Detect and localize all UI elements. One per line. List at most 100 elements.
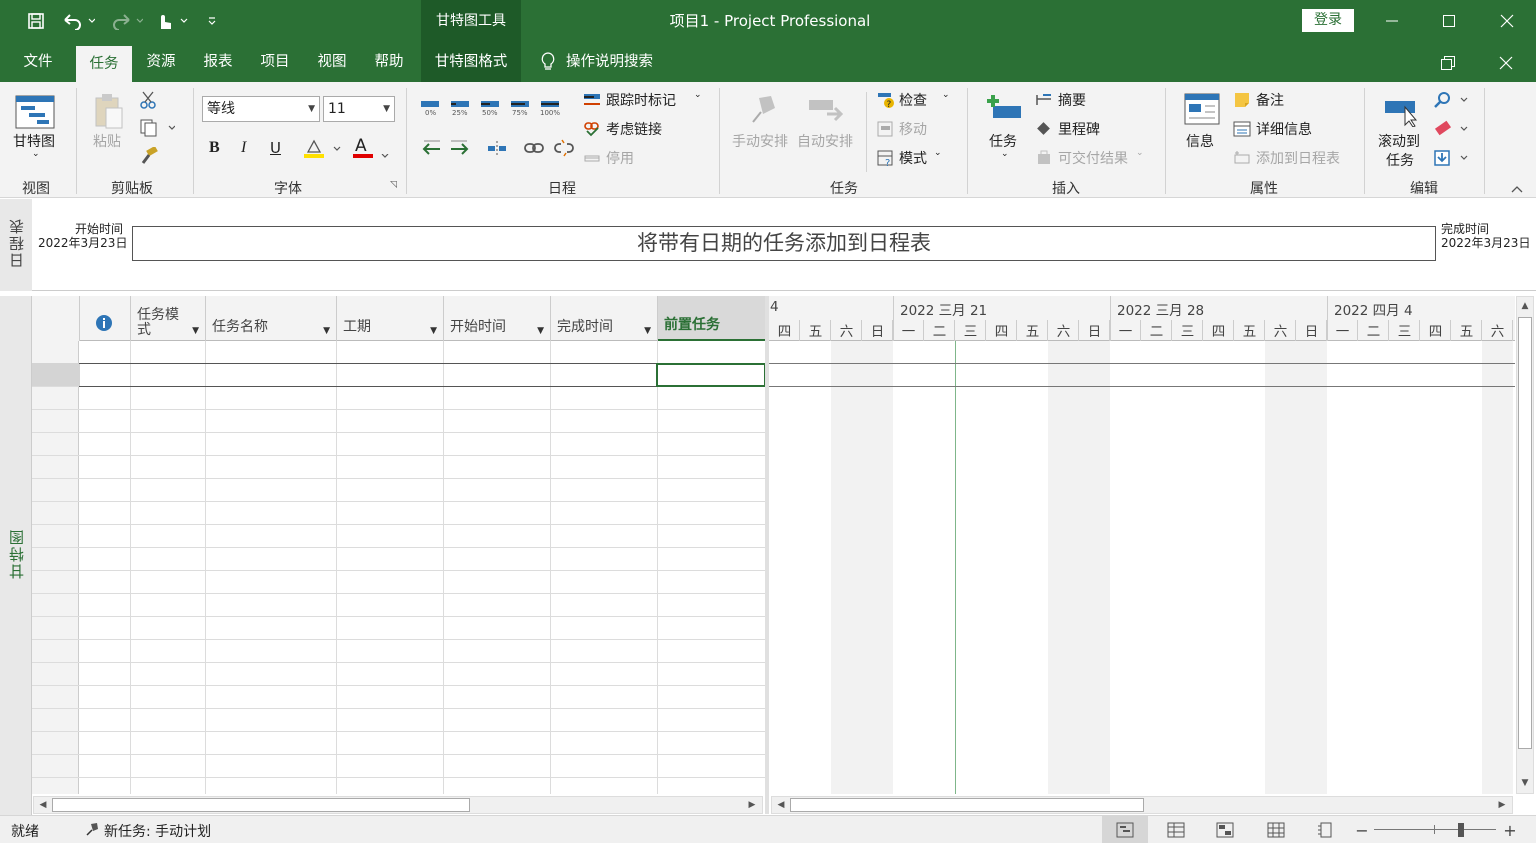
row-header[interactable]	[32, 640, 79, 662]
scroll-up-icon[interactable]: ▲	[1517, 298, 1533, 314]
deliverable-dropdown-icon[interactable]: ⌄	[1136, 148, 1144, 158]
row-header[interactable]	[32, 755, 79, 777]
underline-button[interactable]: U	[270, 139, 281, 157]
tab-view[interactable]: 视图	[305, 42, 359, 82]
table-row[interactable]	[32, 479, 766, 502]
column-task-mode[interactable]: 任务模 式 ▼	[131, 296, 206, 341]
table-row[interactable]	[32, 594, 766, 617]
copy-icon[interactable]	[138, 118, 176, 138]
grid-scroll-left-icon[interactable]: ◀	[35, 797, 51, 813]
format-painter-icon[interactable]	[138, 146, 160, 166]
milestone-button[interactable]: 里程碑	[1058, 119, 1100, 139]
row-header[interactable]	[32, 410, 79, 432]
row-header[interactable]	[32, 548, 79, 570]
respect-links-button[interactable]: 考虑链接	[606, 119, 662, 139]
table-row[interactable]	[32, 502, 766, 525]
gantt-dropdown-icon[interactable]: ⌄	[32, 149, 40, 159]
table-row[interactable]	[32, 387, 766, 410]
task-usage-view-icon[interactable]	[1164, 821, 1188, 839]
grid-scroll-thumb[interactable]	[52, 798, 470, 812]
tab-report[interactable]: 报表	[191, 42, 245, 82]
maximize-icon[interactable]	[1420, 0, 1478, 42]
row-header[interactable]	[32, 709, 79, 731]
mark-on-track-dropdown-icon[interactable]: ⌄	[694, 90, 702, 100]
inactivate-button[interactable]: 停用	[606, 148, 634, 168]
row-header[interactable]	[32, 663, 79, 685]
gantt-view-shortcut-icon[interactable]	[1102, 816, 1148, 843]
scroll-to-task-label-2[interactable]: 任务	[1386, 150, 1414, 170]
timeline-pane[interactable]: 日程表 开始时间 2022年3月23日 将带有日期的任务添加到日程表 完成时间 …	[0, 199, 1536, 291]
link-tasks-icon[interactable]	[522, 137, 546, 159]
vertical-scroll-thumb[interactable]	[1518, 317, 1532, 749]
tell-me-search[interactable]: 操作说明搜索	[566, 42, 676, 82]
timeline-side-tab[interactable]: 日程表	[0, 199, 32, 291]
column-finish[interactable]: 完成时间 ▼	[551, 296, 658, 341]
tab-file[interactable]: 文件	[10, 42, 66, 82]
zoom-slider-thumb[interactable]	[1458, 823, 1464, 837]
login-button[interactable]: 登录	[1302, 9, 1354, 32]
scroll-to-task-icon[interactable]	[1382, 96, 1422, 128]
column-predecessors[interactable]: 前置任务	[658, 296, 766, 341]
table-row[interactable]	[32, 410, 766, 433]
table-row[interactable]	[32, 433, 766, 456]
column-indicators[interactable]	[80, 296, 131, 341]
status-new-tasks[interactable]: 新任务: 手动计划	[104, 821, 211, 841]
notes-button[interactable]: 备注	[1256, 90, 1284, 110]
close-window-icon[interactable]	[1496, 54, 1516, 72]
clear-icon[interactable]	[1432, 119, 1472, 139]
minimize-icon[interactable]	[1363, 0, 1421, 42]
undo-icon[interactable]	[58, 9, 98, 33]
chart-scroll-thumb[interactable]	[790, 798, 1144, 812]
column-task-name[interactable]: 任务名称 ▼	[206, 296, 337, 341]
summary-button[interactable]: 摘要	[1058, 90, 1086, 110]
mode-icon[interactable]: ?	[876, 148, 896, 168]
summary-icon[interactable]	[1034, 90, 1054, 110]
notes-icon[interactable]	[1232, 90, 1252, 110]
touch-mode-icon[interactable]	[152, 9, 192, 33]
close-icon[interactable]	[1478, 0, 1536, 42]
gantt-chart-pane[interactable]: 4 2022 三月 21 2022 三月 28 2022 四月 4 四五六日一二三四五…	[769, 296, 1515, 794]
row-header[interactable]	[32, 594, 79, 616]
save-icon[interactable]	[24, 9, 48, 33]
table-row[interactable]	[32, 709, 766, 732]
highlight-color-icon[interactable]	[302, 138, 342, 160]
table-row[interactable]	[32, 548, 766, 571]
row-header[interactable]	[32, 571, 79, 593]
row-header[interactable]	[32, 479, 79, 501]
milestone-icon[interactable]	[1034, 119, 1054, 139]
table-row[interactable]	[32, 617, 766, 640]
tab-resource[interactable]: 资源	[134, 42, 188, 82]
tab-project[interactable]: 项目	[248, 42, 302, 82]
chart-horizontal-scrollbar[interactable]: ◀ ▶	[771, 796, 1513, 814]
details-icon[interactable]	[1232, 119, 1252, 139]
add-to-timeline-icon[interactable]	[1232, 148, 1252, 168]
paste-button[interactable]: 粘贴	[93, 131, 121, 151]
row-header[interactable]	[32, 525, 79, 547]
font-dialog-launcher-icon[interactable]: ◹	[390, 180, 397, 190]
zoom-slider-track[interactable]	[1374, 829, 1496, 830]
grid-scroll-right-icon[interactable]: ▶	[744, 797, 760, 813]
redo-icon[interactable]	[106, 9, 146, 33]
move-button[interactable]: 移动	[899, 119, 927, 139]
mark-on-track-button[interactable]: 跟踪时标记	[606, 90, 676, 110]
chart-scroll-right-icon[interactable]: ▶	[1494, 797, 1510, 813]
gantt-chart-icon[interactable]	[14, 92, 56, 132]
row-header[interactable]	[32, 617, 79, 639]
details-button[interactable]: 详细信息	[1256, 119, 1312, 139]
insert-task-icon[interactable]	[984, 90, 1024, 128]
column-duration-filter-icon[interactable]: ▼	[430, 326, 437, 336]
inactivate-icon[interactable]	[582, 148, 602, 168]
paste-icon[interactable]	[92, 90, 126, 132]
inspect-button[interactable]: 检查	[899, 90, 927, 110]
auto-schedule-icon[interactable]	[806, 90, 846, 130]
deliverable-button[interactable]: 可交付结果	[1058, 148, 1128, 168]
timeline-bar[interactable]: 将带有日期的任务添加到日程表	[132, 226, 1436, 261]
zoom-out-icon[interactable]: −	[1354, 821, 1370, 840]
chart-scroll-left-icon[interactable]: ◀	[773, 797, 789, 813]
row-header[interactable]	[32, 433, 79, 455]
tab-task[interactable]: 任务	[76, 46, 132, 82]
cut-icon[interactable]	[138, 90, 158, 110]
restore-ribbon-icon[interactable]	[1438, 54, 1458, 72]
inspect-icon[interactable]: ?	[876, 90, 896, 110]
outdent-icon[interactable]	[419, 137, 443, 159]
